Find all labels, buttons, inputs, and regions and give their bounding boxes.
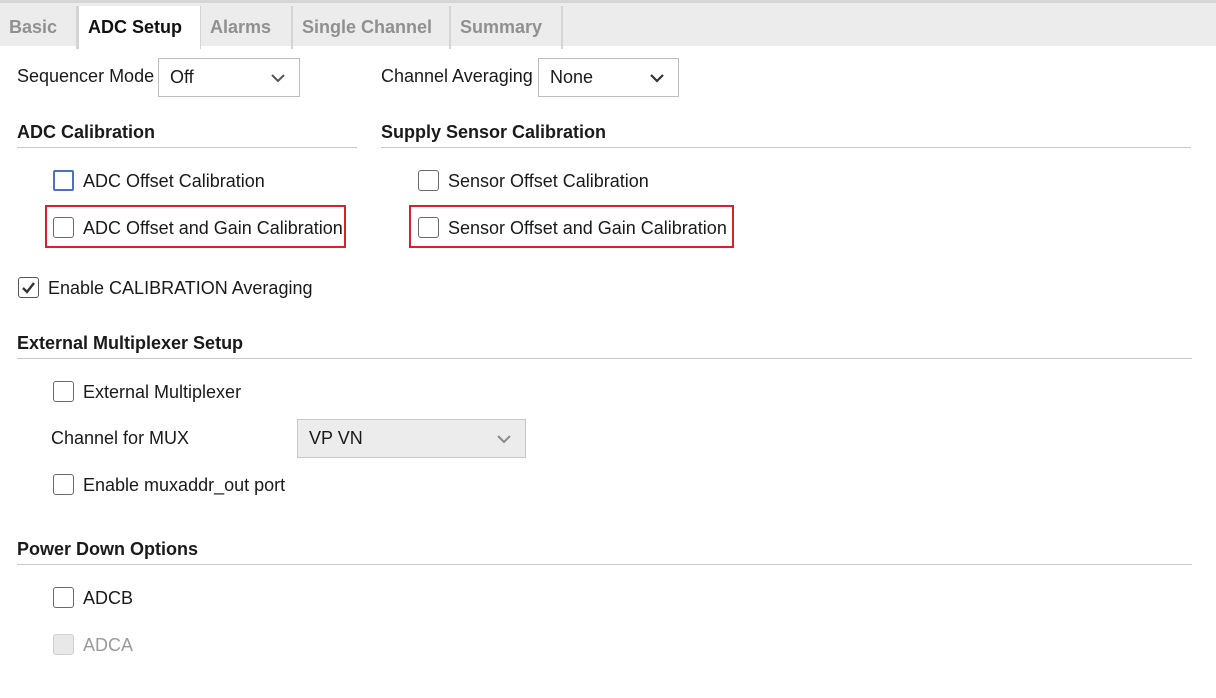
checkbox-box: [418, 170, 439, 191]
checkbox-box: [18, 277, 39, 298]
tab-alarms[interactable]: Alarms: [201, 6, 293, 49]
channel-averaging-value: None: [550, 67, 594, 87]
sensor-offset-gain-calibration-label: Sensor Offset and Gain Calibration: [448, 218, 727, 238]
checkbox-box: [53, 634, 74, 655]
external-multiplexer-divider: [17, 358, 1192, 359]
power-down-divider: [17, 564, 1192, 565]
external-multiplexer-label: External Multiplexer: [83, 382, 242, 402]
enable-calibration-averaging-label: Enable CALIBRATION Averaging: [48, 278, 313, 298]
sensor-offset-gain-calibration-checkbox[interactable]: Sensor Offset and Gain Calibration: [418, 215, 728, 241]
checkbox-box: [418, 217, 439, 238]
checkbox-box: [53, 217, 74, 238]
tab-adc-setup[interactable]: ADC Setup: [78, 6, 201, 49]
checkbox-box: [53, 587, 74, 608]
tab-bar: Basic ADC Setup Alarms Single Channel Su…: [0, 0, 1216, 49]
tab-basic[interactable]: Basic: [0, 6, 78, 49]
adc-offset-gain-calibration-checkbox[interactable]: ADC Offset and Gain Calibration: [53, 215, 343, 241]
supply-sensor-calibration-divider: [381, 147, 1191, 148]
enable-muxaddr-out-label: Enable muxaddr_out port: [83, 475, 286, 495]
enable-muxaddr-out-checkbox[interactable]: Enable muxaddr_out port: [53, 472, 303, 498]
chevron-down-icon: [497, 435, 511, 444]
adca-checkbox: ADCA: [53, 632, 173, 658]
check-icon: [22, 282, 35, 294]
external-multiplexer-checkbox[interactable]: External Multiplexer: [53, 379, 253, 405]
adc-calibration-divider: [17, 147, 357, 148]
adc-offset-gain-calibration-label: ADC Offset and Gain Calibration: [83, 218, 343, 238]
sensor-offset-calibration-label: Sensor Offset Calibration: [448, 171, 649, 191]
power-down-options-heading: Power Down Options: [17, 539, 199, 559]
tab-single-channel[interactable]: Single Channel: [293, 6, 451, 49]
channel-for-mux-select[interactable]: VP VN: [297, 419, 526, 458]
adc-offset-calibration-checkbox[interactable]: ADC Offset Calibration: [53, 168, 313, 194]
checkbox-box: [53, 474, 74, 495]
checkbox-box: [53, 170, 74, 191]
chevron-down-icon: [650, 74, 664, 83]
channel-for-mux-label: Channel for MUX: [51, 428, 190, 448]
adcb-label: ADCB: [83, 588, 134, 608]
adc-calibration-heading: ADC Calibration: [17, 122, 156, 142]
adc-offset-calibration-label: ADC Offset Calibration: [83, 171, 265, 191]
sequencer-mode-value: Off: [170, 67, 194, 87]
channel-averaging-select[interactable]: None: [538, 58, 679, 97]
chevron-down-icon: [271, 74, 285, 83]
sequencer-mode-select[interactable]: Off: [158, 58, 300, 97]
supply-sensor-calibration-heading: Supply Sensor Calibration: [381, 122, 607, 142]
adcb-checkbox[interactable]: ADCB: [53, 585, 173, 611]
sequencer-mode-label: Sequencer Mode: [17, 66, 155, 86]
sensor-offset-calibration-checkbox[interactable]: Sensor Offset Calibration: [418, 168, 678, 194]
external-multiplexer-heading: External Multiplexer Setup: [17, 333, 244, 353]
adca-label: ADCA: [83, 635, 134, 655]
channel-for-mux-value: VP VN: [309, 428, 363, 448]
channel-averaging-label: Channel Averaging: [381, 66, 533, 86]
tab-summary[interactable]: Summary: [451, 6, 563, 49]
enable-calibration-averaging-checkbox[interactable]: Enable CALIBRATION Averaging: [18, 275, 312, 301]
checkbox-box: [53, 381, 74, 402]
